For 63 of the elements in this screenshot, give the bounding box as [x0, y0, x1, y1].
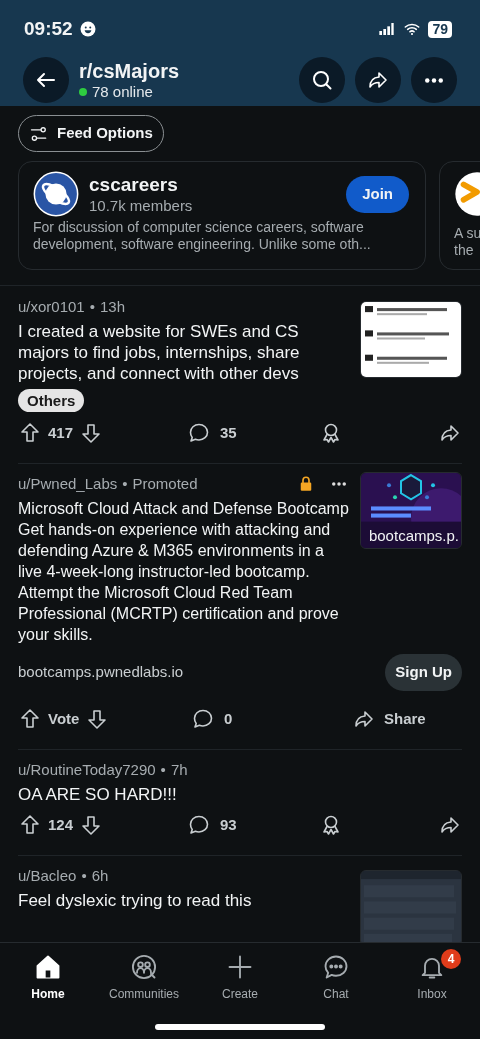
post-flair: Others: [18, 389, 85, 412]
comment-icon[interactable]: [191, 707, 215, 731]
community-name: cscareers: [89, 172, 179, 196]
signal-icon: [376, 21, 397, 37]
vote-label: Vote: [48, 708, 80, 729]
upvote-icon[interactable]: [18, 421, 42, 445]
smiley-icon: [78, 20, 97, 38]
community-card[interactable]: cscareers 10.7k members Join For discussion of computer science careers, software development, software engineering. Unlike some oth...: [18, 161, 426, 270]
post-author[interactable]: u/RoutineToday7290: [18, 760, 156, 780]
post-time: 6h: [91, 866, 109, 886]
home-icon: [34, 953, 62, 981]
vote-count: 417: [48, 422, 74, 443]
online-count: 78 online: [92, 83, 153, 101]
nav-tab[interactable]: Create: [192, 953, 288, 1039]
comment-icon[interactable]: [187, 421, 211, 445]
post-title[interactable]: Feel dyslexic trying to read this: [18, 890, 350, 911]
comment-icon[interactable]: [187, 813, 211, 837]
back-button[interactable]: [23, 57, 69, 103]
post-title[interactable]: Microsoft Cloud Attack and Defense Bootcamp Get hands-on experience with attacking and defending Azure & M365 environments in a live 4-week-long instructor-led bootcamp. Attempt the Microsoft Cloud Red Team Professional (MCRTP) certification and prove your skills.: [18, 498, 350, 645]
link-domain[interactable]: bootcamps.pwnedlabs.io: [18, 661, 184, 684]
post-author[interactable]: u/Bacleo: [18, 866, 77, 886]
community-description: the: [454, 242, 475, 259]
community-description: For discussion of computer science careers, software development, software engineering. Unlike some oth...: [33, 219, 372, 253]
community-card[interactable]: A su the: [439, 161, 480, 270]
communities-icon: [130, 953, 158, 981]
plus-icon: [226, 953, 254, 981]
post-title[interactable]: I created a website for SWEs and CS majors to find jobs, internships, share projects, and connect with other devs: [18, 321, 350, 384]
meta-separator: •: [81, 866, 87, 886]
notification-badge: 4: [441, 949, 461, 969]
member-count: 10.7k members: [89, 195, 194, 216]
community-description: A su: [454, 225, 480, 242]
comment-count: 35: [220, 422, 237, 443]
meta-separator: •: [122, 474, 128, 494]
status-time: 09:52: [24, 16, 73, 41]
more-button[interactable]: [411, 57, 457, 103]
upvote-icon[interactable]: [18, 707, 42, 731]
meta-separator: •: [160, 760, 166, 780]
share-button[interactable]: [355, 57, 401, 103]
meta-separator: •: [89, 297, 95, 317]
planet-icon: [33, 171, 79, 217]
search-icon: [310, 68, 334, 92]
post-author[interactable]: u/Pwned_Labs: [18, 474, 118, 494]
join-button[interactable]: Join: [346, 175, 409, 213]
comment-count: 93: [220, 814, 237, 835]
more-icon[interactable]: [332, 482, 346, 486]
upvote-icon[interactable]: [18, 813, 42, 837]
vote-count: 124: [48, 814, 74, 835]
post-time: 7h: [170, 760, 188, 780]
share-label: Share: [384, 708, 426, 729]
search-button[interactable]: [299, 57, 345, 103]
more-icon[interactable]: [425, 77, 443, 83]
nav-tab[interactable]: Home: [0, 953, 96, 1039]
post-time: Promoted: [132, 474, 198, 494]
subreddit-title: r/csMajors: [79, 59, 181, 83]
sign-up-button[interactable]: Sign Up: [385, 654, 462, 691]
nav-tab[interactable]: Communities: [96, 953, 192, 1039]
post-author[interactable]: u/xor0101: [18, 297, 85, 317]
post-time: 13h: [100, 297, 125, 317]
post-title[interactable]: OA ARE SO HARD!!!: [18, 784, 462, 805]
comment-count: 0: [224, 708, 233, 729]
nav-tab[interactable]: Chat: [288, 953, 384, 1039]
chat-icon: [322, 953, 350, 981]
battery-level: 79: [428, 20, 452, 38]
